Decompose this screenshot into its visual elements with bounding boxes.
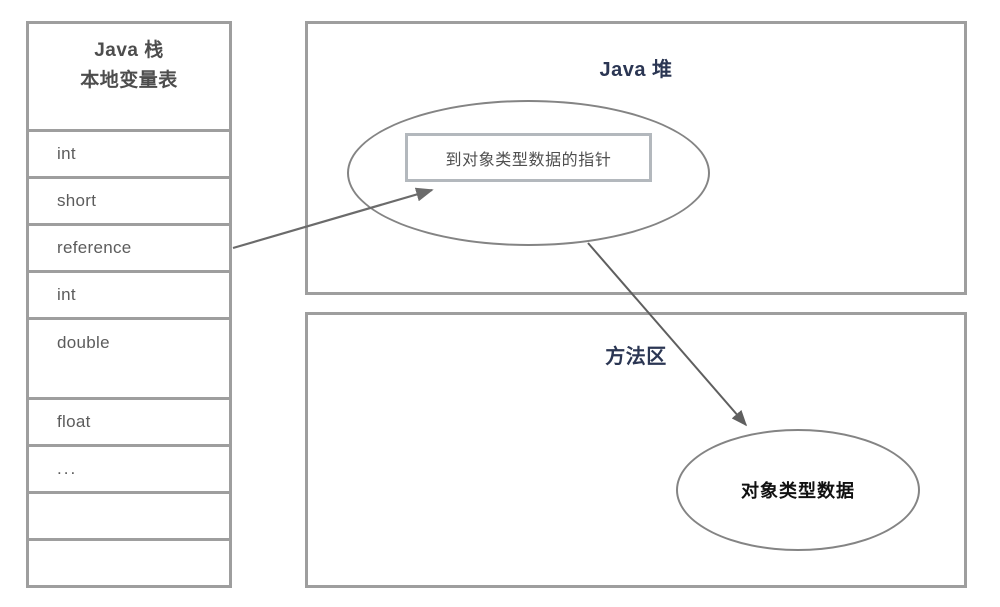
stack-slot-row-empty	[29, 541, 229, 588]
java-heap-title: Java 堆	[599, 59, 673, 81]
object-type-data-label: 对象类型数据	[741, 481, 855, 501]
stack-slot-label: float	[57, 412, 91, 431]
stack-slot-row: short	[29, 179, 229, 226]
stack-slot-label: short	[57, 191, 97, 210]
stack-slot-row-empty	[29, 494, 229, 541]
object-type-pointer-box: 到对象类型数据的指针	[405, 133, 652, 182]
java-stack-panel: Java 栈 本地变量表 int short reference int dou…	[26, 21, 232, 588]
java-stack-title-line2: 本地变量表	[80, 70, 178, 91]
stack-slot-row-ellipsis: ...	[29, 447, 229, 494]
stack-slot-row: int	[29, 132, 229, 179]
java-stack-title-line1: Java 栈	[94, 40, 164, 61]
stack-slot-label: double	[57, 333, 110, 352]
object-type-pointer-label: 到对象类型数据的指针	[445, 151, 612, 169]
diagram-canvas: Java 栈 本地变量表 int short reference int dou…	[0, 0, 1000, 607]
object-type-data-ellipse: 对象类型数据	[676, 429, 920, 551]
stack-slot-row: float	[29, 400, 229, 447]
stack-slot-label: reference	[57, 238, 132, 257]
stack-slot-label: int	[57, 144, 76, 163]
stack-slot-label: ...	[57, 459, 78, 478]
java-stack-header: Java 栈 本地变量表	[29, 24, 229, 132]
stack-slot-row: int	[29, 273, 229, 320]
method-area-title: 方法区	[605, 346, 667, 368]
stack-slot-row-double: double	[29, 320, 229, 400]
stack-slot-label: int	[57, 285, 76, 304]
stack-slot-row-reference: reference	[29, 226, 229, 273]
